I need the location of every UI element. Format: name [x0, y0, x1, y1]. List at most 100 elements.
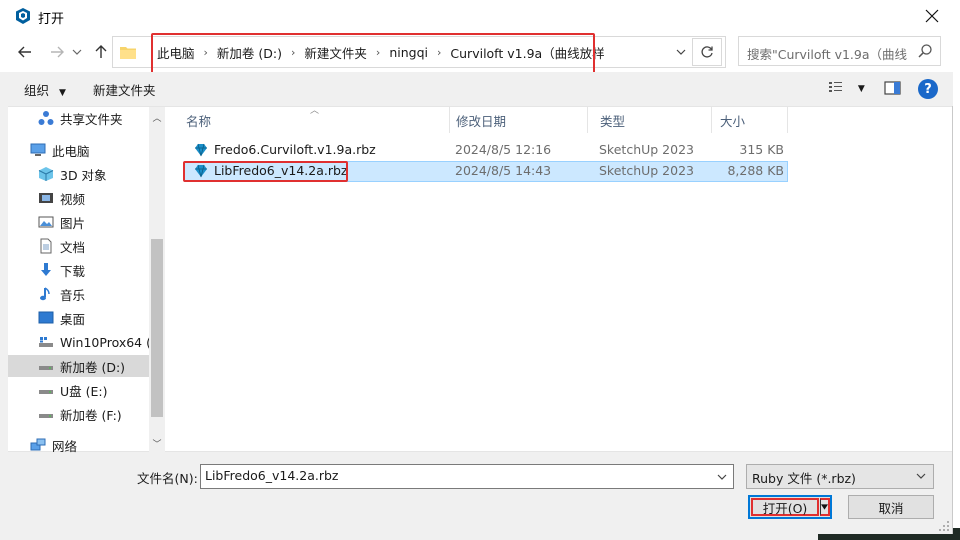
preview-pane-icon — [884, 81, 901, 95]
sidebar-item-drive-d[interactable]: 新加卷 (D:) — [8, 355, 149, 377]
download-icon — [38, 262, 54, 278]
close-icon — [925, 9, 939, 23]
background-edge — [0, 534, 818, 540]
desktop-icon — [38, 310, 54, 326]
toolbar: 组织 ▼ 新建文件夹 ▼ ? — [0, 72, 953, 106]
column-header-label: 名称 — [186, 113, 212, 129]
documents-icon — [38, 238, 54, 254]
sidebar-item-label: Win10Prox64 (C — [60, 334, 149, 350]
resize-grip-icon[interactable] — [938, 520, 950, 532]
sidebar-scrollbar[interactable]: ︿ ﹀ — [149, 107, 165, 453]
help-button[interactable]: ? — [918, 79, 938, 99]
sidebar-item-3d-objects[interactable]: 3D 对象 — [38, 163, 107, 185]
sidebar-item-label: 桌面 — [60, 311, 86, 327]
system-drive-icon — [38, 334, 54, 350]
3d-objects-icon — [38, 166, 54, 182]
breadcrumb-this-pc[interactable]: 此电脑 — [153, 43, 199, 62]
file-name: Fredo6.Curviloft.v1.9a.rbz — [214, 142, 376, 157]
preview-pane-button[interactable] — [884, 80, 902, 99]
search-box[interactable]: 搜索"Curviloft v1.9a（曲线... — [738, 36, 941, 66]
change-view-button[interactable]: ▼ — [828, 80, 865, 97]
sidebar-item-music[interactable]: 音乐 — [38, 283, 85, 305]
chevron-down-icon — [676, 49, 685, 55]
sidebar-item-pictures[interactable]: 图片 — [38, 211, 85, 233]
new-folder-button[interactable]: 新建文件夹 — [93, 80, 156, 99]
sidebar-item-videos[interactable]: 视频 — [38, 187, 85, 209]
sidebar-item-drive-f[interactable]: 新加卷 (F:) — [38, 403, 122, 425]
filename-input[interactable]: LibFredo6_v14.2a.rbz — [200, 464, 734, 489]
breadcrumb-curviloft[interactable]: Curviloft v1.9a（曲线放样 — [446, 43, 608, 62]
caret-down-icon: ▼ — [59, 88, 66, 98]
navigation-row: 此电脑 › 新加卷 (D:) › 新建文件夹 › ningqi › Curvil… — [0, 32, 953, 72]
scrollbar-thumb[interactable] — [151, 239, 163, 417]
column-header-date[interactable]: 修改日期 — [444, 107, 588, 133]
column-header-type[interactable]: 类型 — [588, 107, 712, 133]
open-button-label: 打开(O) — [751, 498, 819, 516]
cancel-button[interactable]: 取消 — [848, 495, 934, 519]
scroll-down-icon[interactable]: ﹀ — [149, 435, 165, 451]
scroll-up-icon[interactable]: ︿ — [149, 109, 165, 125]
sort-ascending-icon: ︿ — [310, 106, 320, 116]
sidebar-item-label: U盘 (E:) — [60, 383, 108, 399]
search-placeholder: 搜索"Curviloft v1.9a（曲线... — [747, 47, 907, 62]
sidebar-item-label: 图片 — [60, 215, 86, 231]
arrow-left-icon — [18, 46, 31, 58]
drive-icon — [38, 406, 54, 422]
open-button[interactable]: 打开(O) — [748, 495, 832, 519]
caret-down-icon: ▼ — [857, 84, 865, 94]
address-bar[interactable]: 此电脑 › 新加卷 (D:) › 新建文件夹 › ningqi › Curvil… — [112, 36, 726, 68]
sidebar-item-downloads[interactable]: 下载 — [38, 259, 85, 281]
filename-history-dropdown[interactable] — [712, 465, 732, 488]
file-type-select[interactable]: Ruby 文件 (*.rbz) — [746, 464, 934, 489]
arrow-right-icon — [51, 46, 64, 58]
search-icon — [917, 43, 935, 61]
sidebar-item-label: 视频 — [60, 191, 86, 207]
pictures-icon — [38, 214, 54, 230]
breadcrumb-ningqi[interactable]: ningqi — [385, 45, 432, 60]
up-button[interactable] — [88, 39, 114, 65]
sidebar-item-shared[interactable]: 共享文件夹 — [38, 107, 123, 129]
music-icon — [38, 286, 54, 302]
sidebar-item-drive-e[interactable]: U盘 (E:) — [38, 379, 108, 401]
file-list: 名称 ︿ 修改日期 类型 大小 Fredo6.Curviloft.v1.9a.r… — [174, 106, 952, 453]
breadcrumb-separator-icon[interactable]: › — [286, 46, 300, 59]
sidebar-item-label: 3D 对象 — [60, 167, 107, 183]
sidebar-item-this-pc[interactable]: 此电脑 — [30, 139, 90, 161]
network-icon — [30, 437, 46, 453]
sidebar-item-desktop[interactable]: 桌面 — [38, 307, 85, 329]
sidebar-item-network[interactable]: 网络 — [30, 434, 77, 456]
column-header-size[interactable]: 大小 — [708, 107, 788, 133]
file-row-selected[interactable]: LibFredo6_v14.2a.rbz 2024/8/5 14:43 Sket… — [184, 161, 788, 182]
help-icon: ? — [924, 81, 932, 97]
window-title: 打开 — [38, 12, 65, 27]
sidebar-item-drive-c[interactable]: Win10Prox64 (C — [38, 331, 149, 353]
caret-down-icon — [821, 504, 828, 510]
title-bar: 打开 — [0, 0, 953, 32]
breadcrumb-separator-icon[interactable]: › — [371, 46, 385, 59]
organize-menu-button[interactable]: 组织 ▼ — [24, 80, 66, 99]
forward-button[interactable] — [44, 39, 70, 65]
close-button[interactable] — [912, 2, 952, 30]
back-button[interactable] — [12, 39, 38, 65]
sketchup-app-icon — [14, 7, 32, 25]
open-options-dropdown[interactable] — [820, 498, 830, 516]
sidebar-item-label: 共享文件夹 — [60, 111, 123, 127]
breadcrumb-separator-icon[interactable]: › — [199, 46, 213, 59]
file-type: SketchUp 2023 — [599, 142, 694, 157]
file-row[interactable]: Fredo6.Curviloft.v1.9a.rbz 2024/8/5 12:1… — [184, 140, 788, 161]
file-name: LibFredo6_v14.2a.rbz — [214, 163, 348, 178]
sidebar-item-label: 新加卷 (D:) — [60, 359, 126, 375]
refresh-button[interactable] — [692, 38, 722, 66]
usb-drive-icon — [38, 382, 54, 398]
breadcrumb-separator-icon[interactable]: › — [432, 46, 446, 59]
sidebar-item-label: 下载 — [60, 263, 86, 279]
sidebar-item-documents[interactable]: 文档 — [38, 235, 85, 257]
folder-icon — [119, 43, 137, 61]
breadcrumb-new-folder[interactable]: 新建文件夹 — [300, 43, 371, 62]
breadcrumb-drive-d[interactable]: 新加卷 (D:) — [213, 43, 286, 62]
address-history-dropdown[interactable] — [667, 37, 693, 67]
recent-locations-button[interactable] — [68, 39, 86, 65]
computer-icon — [30, 142, 46, 158]
drive-icon — [38, 358, 54, 374]
sidebar-item-label: 此电脑 — [52, 143, 90, 159]
